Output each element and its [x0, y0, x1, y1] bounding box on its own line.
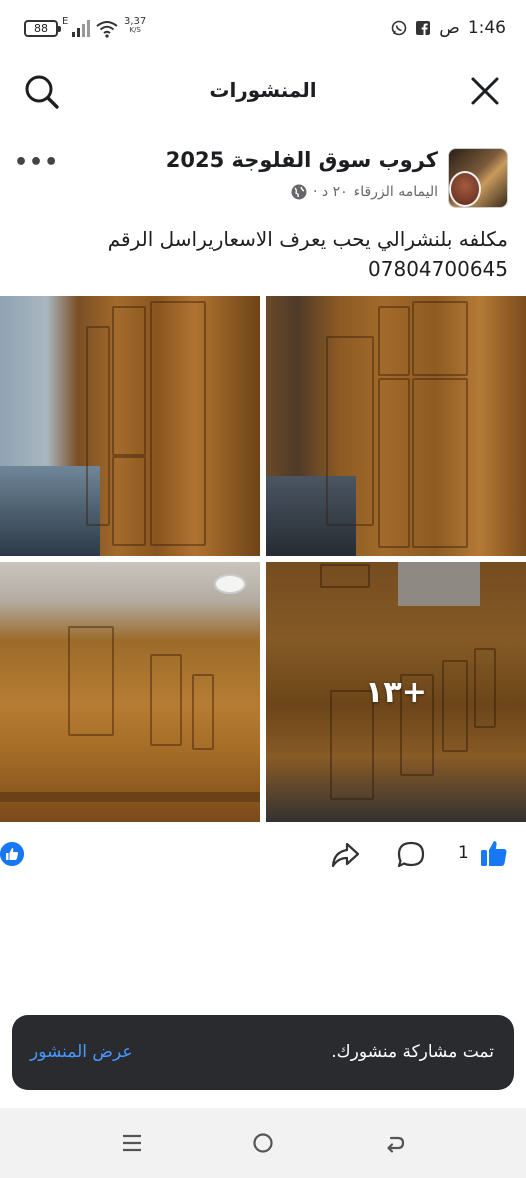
post-text-line: مكلفه بلنشرالي يحب يعرف الاسعاريراسل الر…: [107, 227, 508, 251]
post-time: ٢٠ د ·: [312, 184, 348, 200]
whatsapp-icon: [391, 20, 407, 36]
reaction-like-icon[interactable]: [0, 842, 24, 866]
more-options-icon[interactable]: •••: [14, 150, 59, 175]
recent-apps-icon[interactable]: [119, 1130, 145, 1156]
status-time: 1:46: [467, 18, 506, 38]
post-text: مكلفه بلنشرالي يحب يعرف الاسعاريراسل الر…: [28, 224, 508, 284]
more-photos-overlay[interactable]: +١٣: [266, 562, 526, 822]
system-nav-bar: [0, 1108, 526, 1178]
network-speed: 3,37 K/S: [124, 16, 147, 35]
more-photos-count: +١٣: [365, 674, 427, 710]
group-name[interactable]: كروب سوق الفلوجة 2025: [166, 148, 438, 172]
post-meta: اليمامه الزرقاء ٢٠ د ·: [291, 184, 438, 200]
snackbar-message: تمت مشاركة منشورك.: [331, 1042, 494, 1062]
globe-icon: [291, 184, 307, 200]
snackbar: تمت مشاركة منشورك. عرض المنشور: [12, 1015, 514, 1090]
wifi-icon: [96, 21, 118, 38]
signal-icon: [72, 20, 90, 37]
like-count: 1: [458, 843, 469, 863]
status-ampm: ص: [439, 18, 460, 38]
facebook-icon: [416, 21, 431, 35]
header: المنشورات: [0, 58, 526, 124]
share-icon[interactable]: [330, 840, 360, 870]
battery-indicator: 88: [24, 20, 61, 37]
status-right: ص 1:46: [391, 18, 506, 38]
like-button[interactable]: 1: [458, 838, 509, 868]
page-title: المنشورات: [209, 78, 317, 102]
status-bar: 88 E 3,37 K/S ص 1:46: [0, 0, 526, 58]
home-icon[interactable]: [250, 1130, 276, 1156]
author-avatar[interactable]: [449, 171, 481, 207]
group-avatar[interactable]: [448, 148, 508, 208]
close-icon[interactable]: [468, 74, 502, 108]
comment-icon[interactable]: [396, 840, 426, 870]
post-photo-1[interactable]: [0, 296, 260, 556]
post-photo-3[interactable]: [0, 562, 260, 822]
like-icon: [480, 841, 507, 866]
back-icon[interactable]: [382, 1130, 408, 1156]
post-phone-number[interactable]: 07804700645: [28, 254, 508, 284]
post-photo-2[interactable]: [266, 296, 526, 556]
view-post-button[interactable]: عرض المنشور: [30, 1042, 133, 1062]
post-actions: 1: [0, 836, 526, 876]
author-name[interactable]: اليمامه الزرقاء: [354, 184, 438, 200]
